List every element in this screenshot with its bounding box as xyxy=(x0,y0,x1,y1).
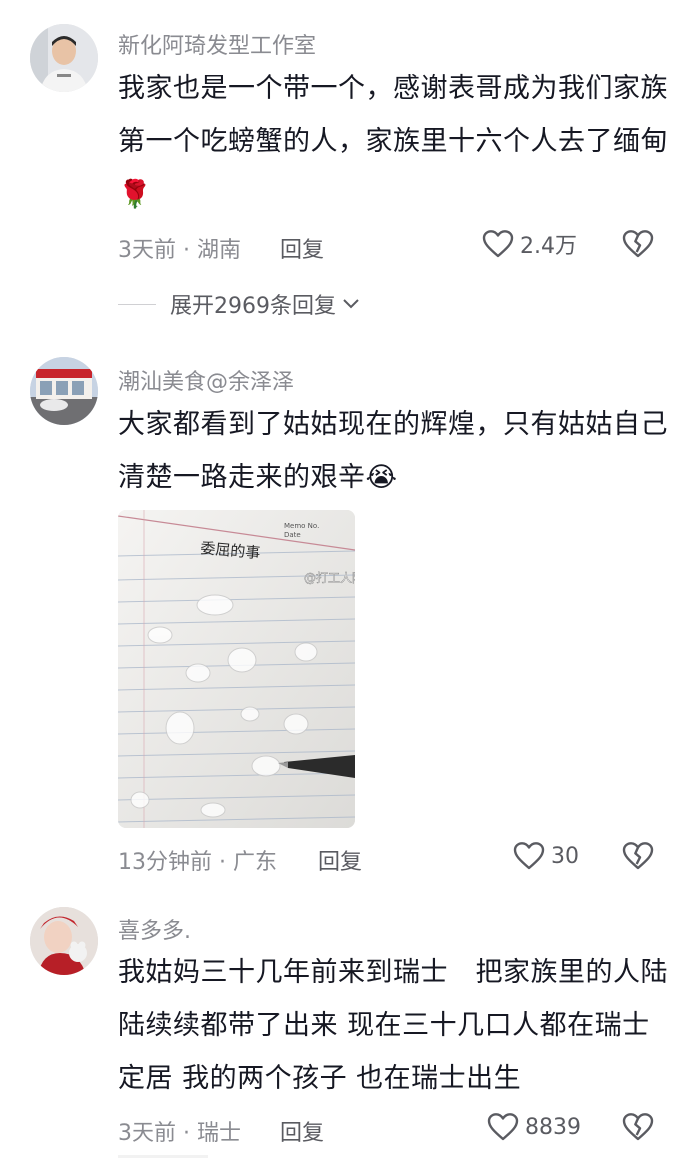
comment-meta: 13分钟前 · 广东 xyxy=(118,850,277,875)
crying-emoji: 😭 xyxy=(365,462,398,493)
like-button[interactable]: 30 xyxy=(513,840,579,872)
date-label: Date xyxy=(284,531,301,539)
comment-username[interactable]: 新化阿琦发型工作室 xyxy=(118,28,316,60)
avatar-photo xyxy=(30,24,98,92)
expand-replies-label: 展开2969条回复 xyxy=(170,294,336,319)
like-count: 2.4万 xyxy=(520,234,577,259)
like-count: 30 xyxy=(551,843,579,869)
avatar-photo xyxy=(30,357,98,425)
comment-username[interactable]: 喜多多. xyxy=(118,913,191,945)
comment-meta: 3天前 · 瑞士 xyxy=(118,1121,241,1146)
broken-heart-icon xyxy=(622,1113,654,1141)
comment-text: 大家都看到了姑姑现在的辉煌，只有姑姑自己清楚一路走来的艰辛😭 xyxy=(118,398,668,504)
chevron-down-icon xyxy=(343,299,359,309)
comment-text: 我姑妈三十几年前来到瑞士 把家族里的人陆陆续续都带了出来 现在三十几口人都在瑞士… xyxy=(118,957,668,1094)
expand-replies-button[interactable]: 展开2969条回复 xyxy=(118,290,360,319)
comment-text-content: 我家也是一个带一个，感谢表哥成为我们家族第一个吃螃蟹的人，家族里十六个人去了缅甸 xyxy=(118,73,668,157)
broken-heart-icon xyxy=(622,842,654,870)
heart-outline-icon xyxy=(482,230,514,258)
comment-image[interactable]: Memo No. Date 委屈的事 @打工人阿卷 xyxy=(118,510,355,828)
avatar[interactable] xyxy=(30,357,98,425)
dislike-button[interactable] xyxy=(622,1112,654,1144)
reply-button[interactable]: 回复 xyxy=(318,844,362,876)
like-button[interactable]: 2.4万 xyxy=(482,228,577,260)
heart-outline-icon xyxy=(513,842,545,870)
reply-button[interactable]: 回复 xyxy=(280,1115,324,1147)
broken-heart-icon xyxy=(622,230,654,258)
notebook-photo: Memo No. Date 委屈的事 @打工人阿卷 xyxy=(118,510,355,828)
avatar-photo xyxy=(30,907,98,975)
dislike-button[interactable] xyxy=(622,841,654,873)
memo-label: Memo No. xyxy=(284,522,319,530)
comment-text: 我家也是一个带一个，感谢表哥成为我们家族第一个吃螃蟹的人，家族里十六个人去了缅甸… xyxy=(118,62,668,221)
like-button[interactable]: 8839 xyxy=(487,1111,581,1143)
comment-meta: 3天前 · 湖南 xyxy=(118,238,241,263)
like-count: 8839 xyxy=(525,1114,581,1140)
rose-emoji: 🌹 xyxy=(118,179,153,210)
dislike-button[interactable] xyxy=(622,229,654,261)
watermark: @打工人阿卷 xyxy=(304,570,355,585)
divider xyxy=(118,303,156,305)
comment-username[interactable]: 潮汕美食@余泽泽 xyxy=(118,364,294,396)
reply-button[interactable]: 回复 xyxy=(280,232,324,264)
avatar[interactable] xyxy=(30,24,98,92)
heart-outline-icon xyxy=(487,1113,519,1141)
avatar[interactable] xyxy=(30,907,98,975)
